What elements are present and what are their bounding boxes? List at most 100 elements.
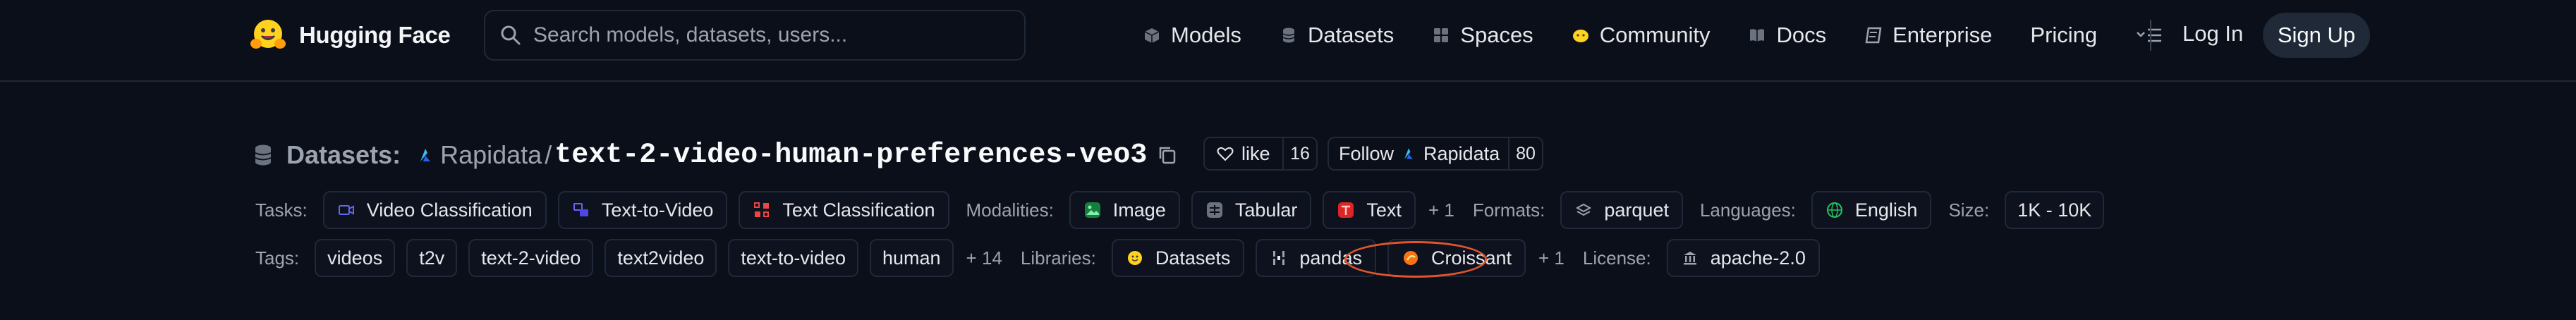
text-icon (1338, 202, 1354, 218)
license-tag[interactable]: apache-2.0 (1666, 239, 1820, 277)
modalities-label: Modalities: (966, 199, 1054, 221)
follow-button[interactable]: Follow Rapidata 80 (1328, 137, 1543, 171)
scale-icon (1683, 252, 1696, 265)
modality-tag-text[interactable]: Text (1323, 191, 1416, 229)
enterprise-icon (1865, 27, 1882, 44)
task-tag-text-classification[interactable]: Text Classification (739, 191, 949, 229)
modality-tag-tabular[interactable]: Tabular (1191, 191, 1312, 229)
hugging-face-icon (1127, 251, 1142, 265)
tag-text-to-video[interactable]: text-to-video (728, 239, 858, 277)
languages-label: Languages: (1699, 199, 1796, 221)
heart-icon (1217, 147, 1234, 161)
like-button[interactable]: like 16 (1203, 137, 1318, 171)
tag-label: pandas (1299, 247, 1362, 269)
image-icon (1084, 202, 1100, 218)
formats-label: Formats: (1472, 199, 1545, 221)
copy-icon[interactable] (1157, 144, 1178, 166)
logo-text: Hugging Face (299, 22, 451, 48)
tag-text2video[interactable]: text2video (604, 239, 717, 277)
nav-links: Models Datasets Spaces Community Docs En… (1143, 18, 2201, 52)
modality-tag-image[interactable]: Image (1069, 191, 1180, 229)
nav-divider (2150, 20, 2151, 51)
tag-label: Text (1366, 199, 1402, 221)
nav-item-community[interactable]: Community (1572, 23, 1711, 48)
tag-label: Croissant (1430, 247, 1512, 269)
book-icon (1750, 29, 1765, 42)
database-icon (1282, 27, 1295, 43)
size-label: Size: (1948, 199, 1990, 221)
language-tag-english[interactable]: English (1811, 191, 1932, 229)
nav-item-label: Spaces (1460, 23, 1533, 47)
tag-human[interactable]: human (869, 239, 954, 277)
tag-videos[interactable]: videos (315, 239, 396, 277)
hugging-face-icon (250, 20, 286, 49)
org-link[interactable]: Rapidata (440, 140, 542, 170)
tag-label: English (1854, 199, 1918, 221)
metadata-row-tags: Tags: videos t2v text-2-video text2video… (255, 238, 1831, 278)
nav-item-label: Docs (1776, 23, 1827, 47)
search-icon (501, 25, 521, 45)
modalities-more[interactable]: + 1 (1428, 199, 1454, 221)
text-classification-icon (754, 202, 770, 217)
dataset-title: Datasets: Rapidata / text-2-video-human-… (254, 134, 1178, 176)
size-tag[interactable]: 1K - 10K (2005, 191, 2105, 229)
tasks-label: Tasks: (255, 199, 308, 221)
like-label-area[interactable]: like (1205, 138, 1284, 169)
tag-label: Text-to-Video (601, 199, 714, 221)
search-box[interactable] (484, 10, 1026, 61)
tag-label: text-to-video (741, 247, 846, 269)
task-tag-text-to-video[interactable]: Text-to-Video (557, 191, 728, 229)
spaces-grid-icon (1434, 28, 1449, 42)
tag-label: apache-2.0 (1710, 247, 1806, 269)
signup-button[interactable]: Sign Up (2263, 13, 2370, 58)
tag-label: text-2-video (481, 247, 581, 269)
like-label: like (1241, 142, 1270, 164)
tag-label: parquet (1604, 199, 1669, 221)
pandas-icon (1273, 251, 1285, 265)
database-icon (255, 144, 272, 166)
hugging-face-logo[interactable]: Hugging Face (248, 17, 451, 54)
nav-item-label: Community (1599, 23, 1711, 47)
tags-label: Tags: (255, 247, 300, 269)
task-tag-video-classification[interactable]: Video Classification (322, 191, 547, 229)
metadata-row-tasks: Tasks: Video Classification Text-to-Vide… (255, 190, 2115, 230)
rapidata-avatar-icon (1404, 148, 1413, 159)
tag-label: videos (327, 247, 383, 269)
video-classification-icon (338, 205, 354, 215)
tag-t2v[interactable]: t2v (406, 239, 458, 277)
tag-label: text2video (617, 247, 705, 269)
section-link[interactable]: Datasets: (286, 140, 401, 170)
tag-text-2-video[interactable]: text-2-video (468, 239, 594, 277)
format-tag-parquet[interactable]: parquet (1560, 191, 1683, 229)
nav-item-spaces[interactable]: Spaces (1432, 23, 1533, 48)
like-count[interactable]: 16 (1284, 144, 1316, 164)
nav-item-docs[interactable]: Docs (1748, 23, 1826, 48)
follow-label-area[interactable]: Follow Rapidata (1329, 138, 1509, 169)
nav-item-pricing[interactable]: Pricing (2030, 23, 2097, 48)
follow-label: Follow (1339, 142, 1395, 164)
search-input[interactable] (533, 23, 1013, 47)
nav-item-models[interactable]: Models (1143, 23, 1241, 48)
croissant-icon (1403, 251, 1418, 265)
login-link[interactable]: Log In (2182, 21, 2243, 47)
nav-item-datasets[interactable]: Datasets (1280, 23, 1394, 48)
table-icon (1206, 202, 1222, 218)
nav-item-label: Pricing (2030, 23, 2098, 47)
tag-label: Video Classification (366, 199, 533, 221)
libraries-more[interactable]: + 1 (1538, 247, 1565, 269)
globe-icon (1826, 202, 1842, 218)
tag-label: Datasets (1155, 247, 1231, 269)
tags-more[interactable]: + 14 (966, 247, 1002, 269)
nav-item-enterprise[interactable]: Enterprise (1864, 23, 1992, 48)
follower-count[interactable]: 80 (1509, 144, 1542, 164)
library-tag-datasets[interactable]: Datasets (1111, 239, 1245, 277)
repo-name[interactable]: text-2-video-human-preferences-veo3 (554, 140, 1147, 171)
tag-label: 1K - 10K (2017, 199, 2092, 221)
library-tag-croissant[interactable]: Croissant (1387, 239, 1526, 277)
library-tag-pandas[interactable]: pandas (1256, 239, 1376, 277)
top-navbar: Hugging Face Models Datasets Spaces Comm… (0, 0, 2576, 82)
libraries-label: Libraries: (1020, 247, 1096, 269)
license-label: License: (1582, 247, 1651, 269)
tag-label: human (882, 247, 941, 269)
nav-item-label: Datasets (1307, 23, 1395, 47)
